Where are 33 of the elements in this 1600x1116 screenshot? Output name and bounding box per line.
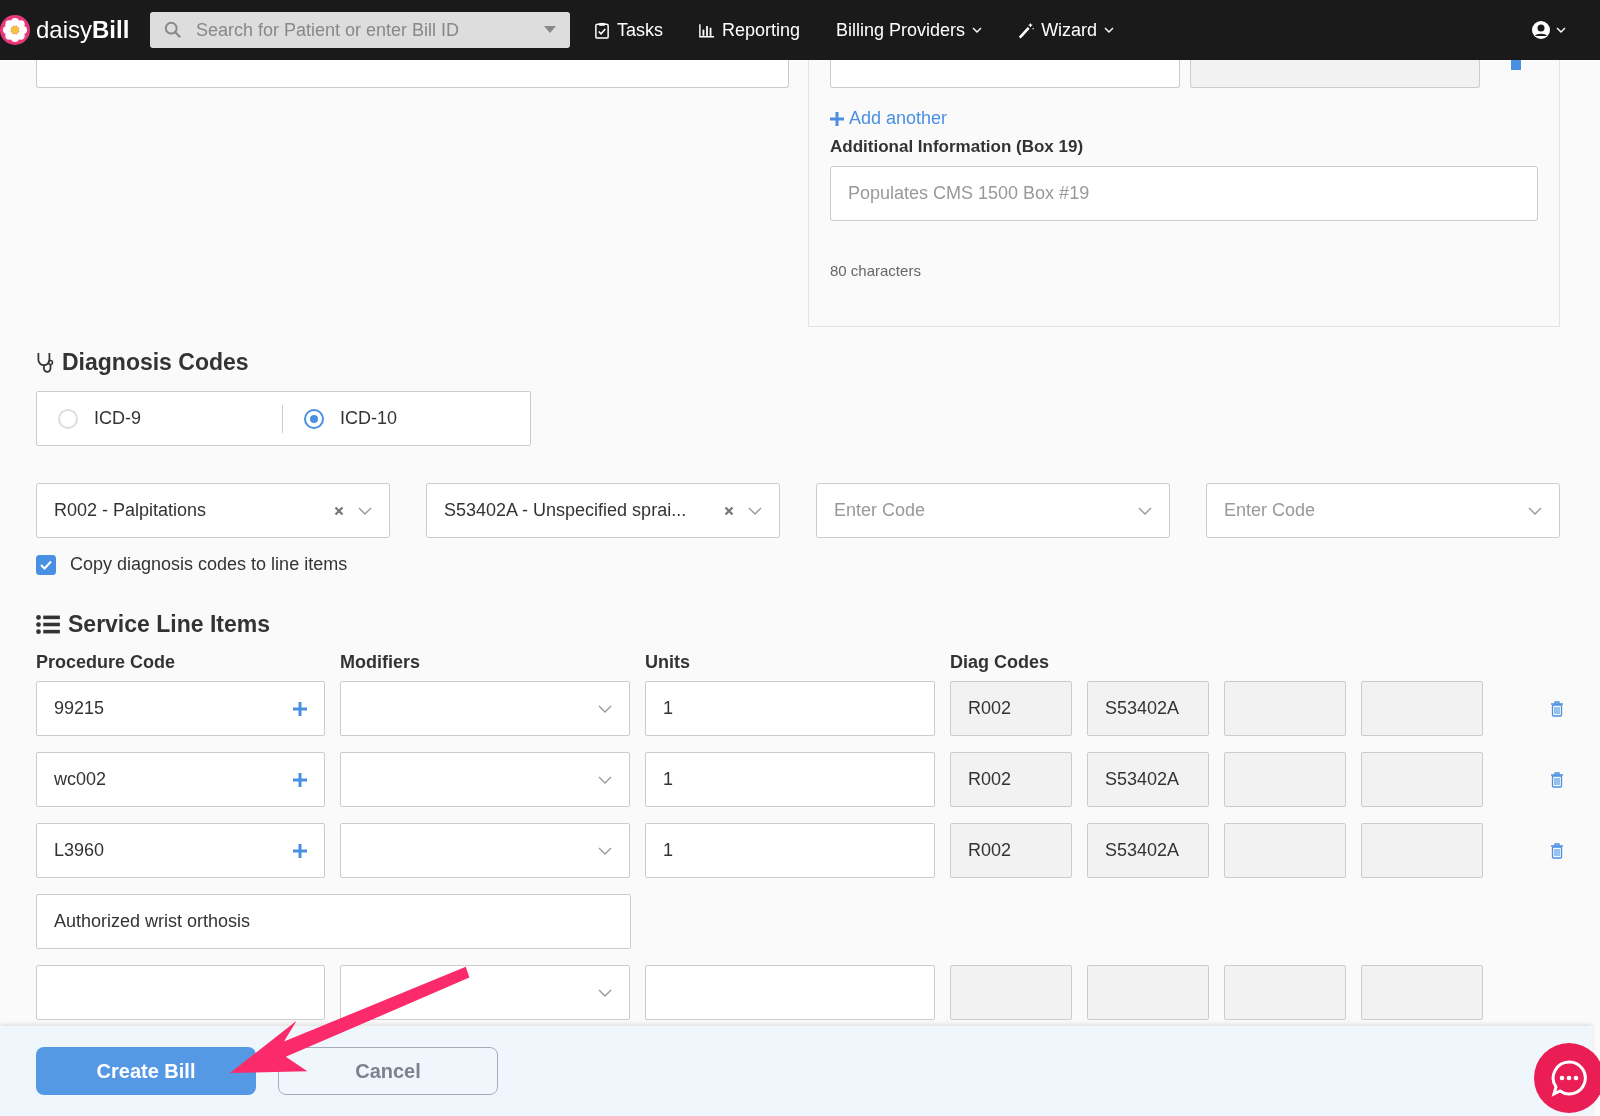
diag-code-field[interactable]: S53402A <box>1087 681 1209 736</box>
nav-link[interactable]: Reporting <box>699 19 801 41</box>
procedure-code-field[interactable]: L3960 <box>36 823 325 878</box>
nav-link[interactable]: Billing Providers <box>836 19 983 41</box>
diag-code-field[interactable]: S53402A <box>1087 752 1209 807</box>
diagnosis-code-select[interactable]: S53402A - Unspecified sprai... <box>426 483 780 538</box>
section-title: Diagnosis Codes <box>62 349 249 376</box>
column-header: Modifiers <box>340 652 421 673</box>
section-title: Service Line Items <box>68 611 270 638</box>
nav-link[interactable]: Tasks <box>594 19 663 41</box>
app-logo[interactable]: daisyBill <box>36 16 130 44</box>
column-header: Procedure Code <box>36 652 177 673</box>
procedure-code-field[interactable]: 99215 <box>36 681 325 736</box>
description-field[interactable]: Authorized wrist orthosis <box>36 894 631 949</box>
additional-info-field[interactable]: Populates CMS 1500 Box #19 <box>830 165 1538 221</box>
checkbox-label: Copy diagnosis codes to line items <box>70 554 348 575</box>
diag-code-field[interactable]: R002 <box>950 681 1072 736</box>
procedure-code-field[interactable]: wc002 <box>36 752 325 807</box>
nav-link[interactable]: Wizard <box>1018 19 1115 41</box>
character-count: 80 characters <box>830 261 922 279</box>
diag-code-field[interactable]: R002 <box>950 752 1072 807</box>
diag-code-field[interactable]: R002 <box>950 823 1072 878</box>
radio-option[interactable]: ICD-9 <box>37 408 282 429</box>
search-field[interactable]: Search for Patient or enter Bill ID <box>150 12 570 48</box>
units-field[interactable]: 1 <box>645 823 935 878</box>
units-field[interactable]: 1 <box>645 752 935 807</box>
field-label: Additional Information (Box 19) <box>830 136 1085 157</box>
diag-code-field[interactable]: S53402A <box>1087 823 1209 878</box>
units-field[interactable]: 1 <box>645 681 935 736</box>
column-header: Diag Codes <box>950 652 1051 673</box>
diagnosis-code-select[interactable]: R002 - Palpitations <box>36 483 390 538</box>
column-header: Units <box>645 652 691 673</box>
radio-option[interactable]: ICD-10 <box>283 408 528 429</box>
